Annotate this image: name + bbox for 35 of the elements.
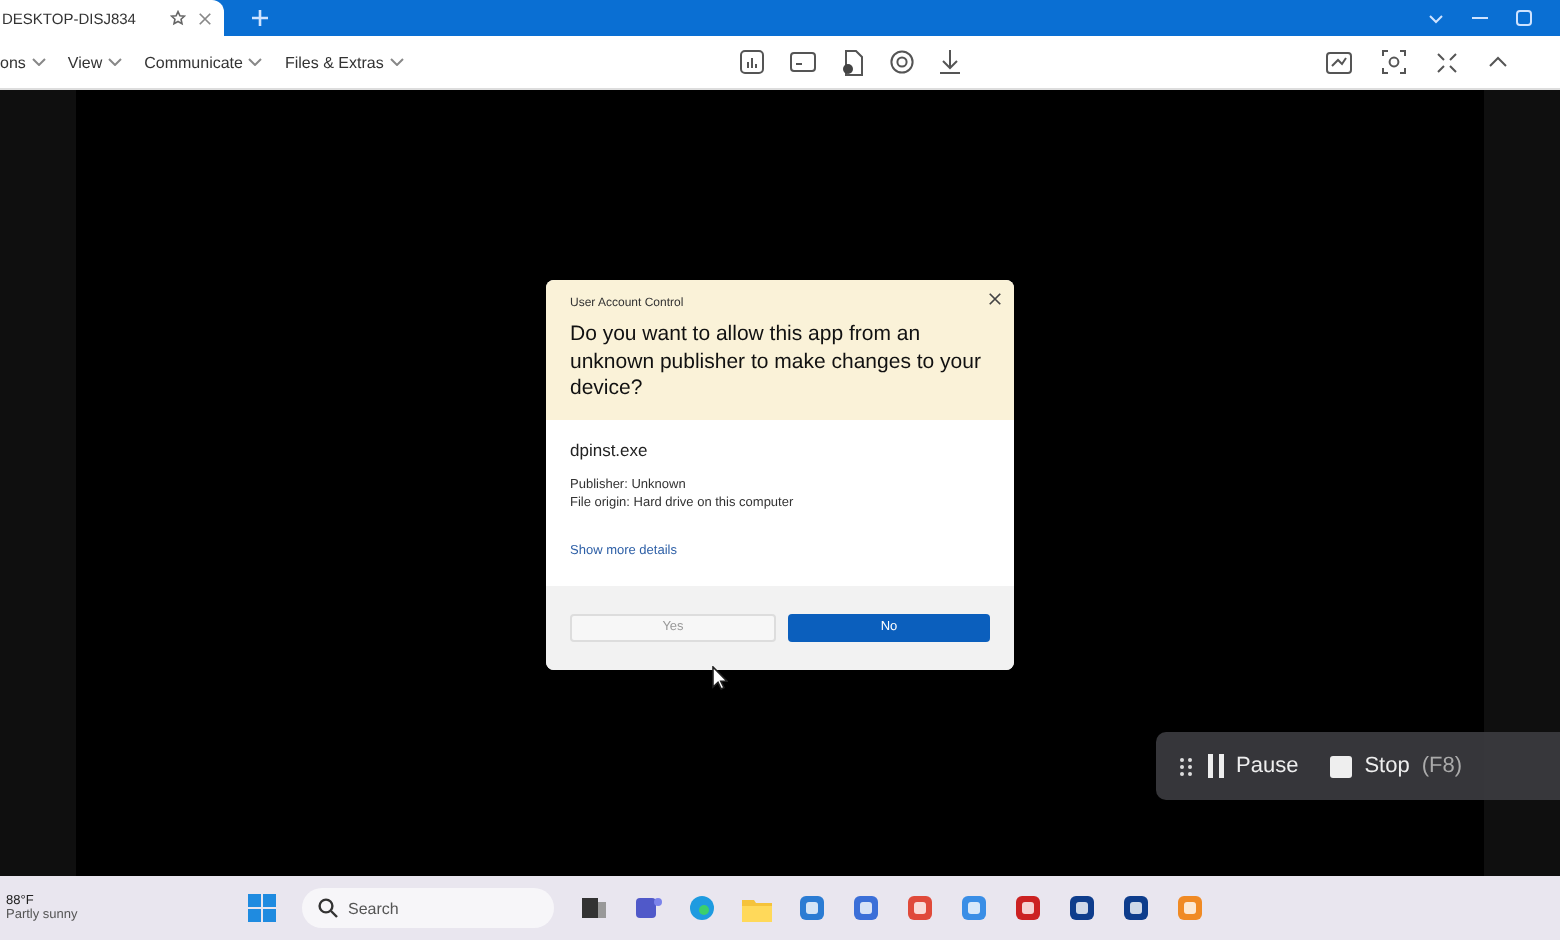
chevron-down-icon[interactable] [1428, 13, 1444, 23]
chevron-down-icon [248, 58, 263, 66]
windows-logo-icon[interactable] [248, 894, 276, 922]
download-icon[interactable] [940, 50, 960, 74]
search-field[interactable]: Search [302, 888, 554, 928]
file-icon[interactable] [842, 49, 864, 75]
stop-button[interactable]: Stop (F8) [1330, 754, 1479, 778]
cursor-icon [712, 666, 728, 690]
task-view-icon[interactable] [580, 894, 608, 922]
target-icon[interactable] [890, 50, 914, 74]
chevron-down-icon [108, 58, 123, 66]
stop-icon [1330, 755, 1353, 777]
card-icon[interactable] [790, 52, 816, 72]
minimize-icon[interactable] [1472, 16, 1488, 20]
close-icon[interactable] [988, 292, 1002, 306]
whiteboard-icon[interactable] [1326, 51, 1352, 73]
pause-icon [1208, 754, 1224, 778]
pause-button[interactable]: Pause [1208, 754, 1315, 778]
menu-item[interactable]: Communicate [144, 53, 263, 71]
camera-icon[interactable] [1382, 50, 1406, 74]
menu-item[interactable]: Files & Extras [284, 53, 404, 71]
program-name: dpinst.exe [570, 439, 648, 459]
chevron-up-icon[interactable] [1488, 56, 1508, 68]
fullscreen-icon[interactable] [1436, 51, 1458, 73]
dialog-question: Do you want to allow this app from an unknown publisher to make changes to your device? [570, 322, 983, 403]
restore-icon[interactable] [1516, 10, 1532, 26]
chevron-down-icon [389, 58, 404, 66]
chart-icon[interactable] [740, 50, 764, 74]
menu-item[interactable]: ons [0, 53, 46, 71]
drag-handle-icon[interactable] [1180, 757, 1192, 775]
menu-item[interactable]: View [67, 53, 123, 71]
star-icon[interactable] [170, 10, 186, 26]
chevron-down-icon [31, 58, 46, 66]
teams-icon[interactable] [634, 894, 662, 922]
add-tab-icon[interactable] [252, 10, 268, 26]
